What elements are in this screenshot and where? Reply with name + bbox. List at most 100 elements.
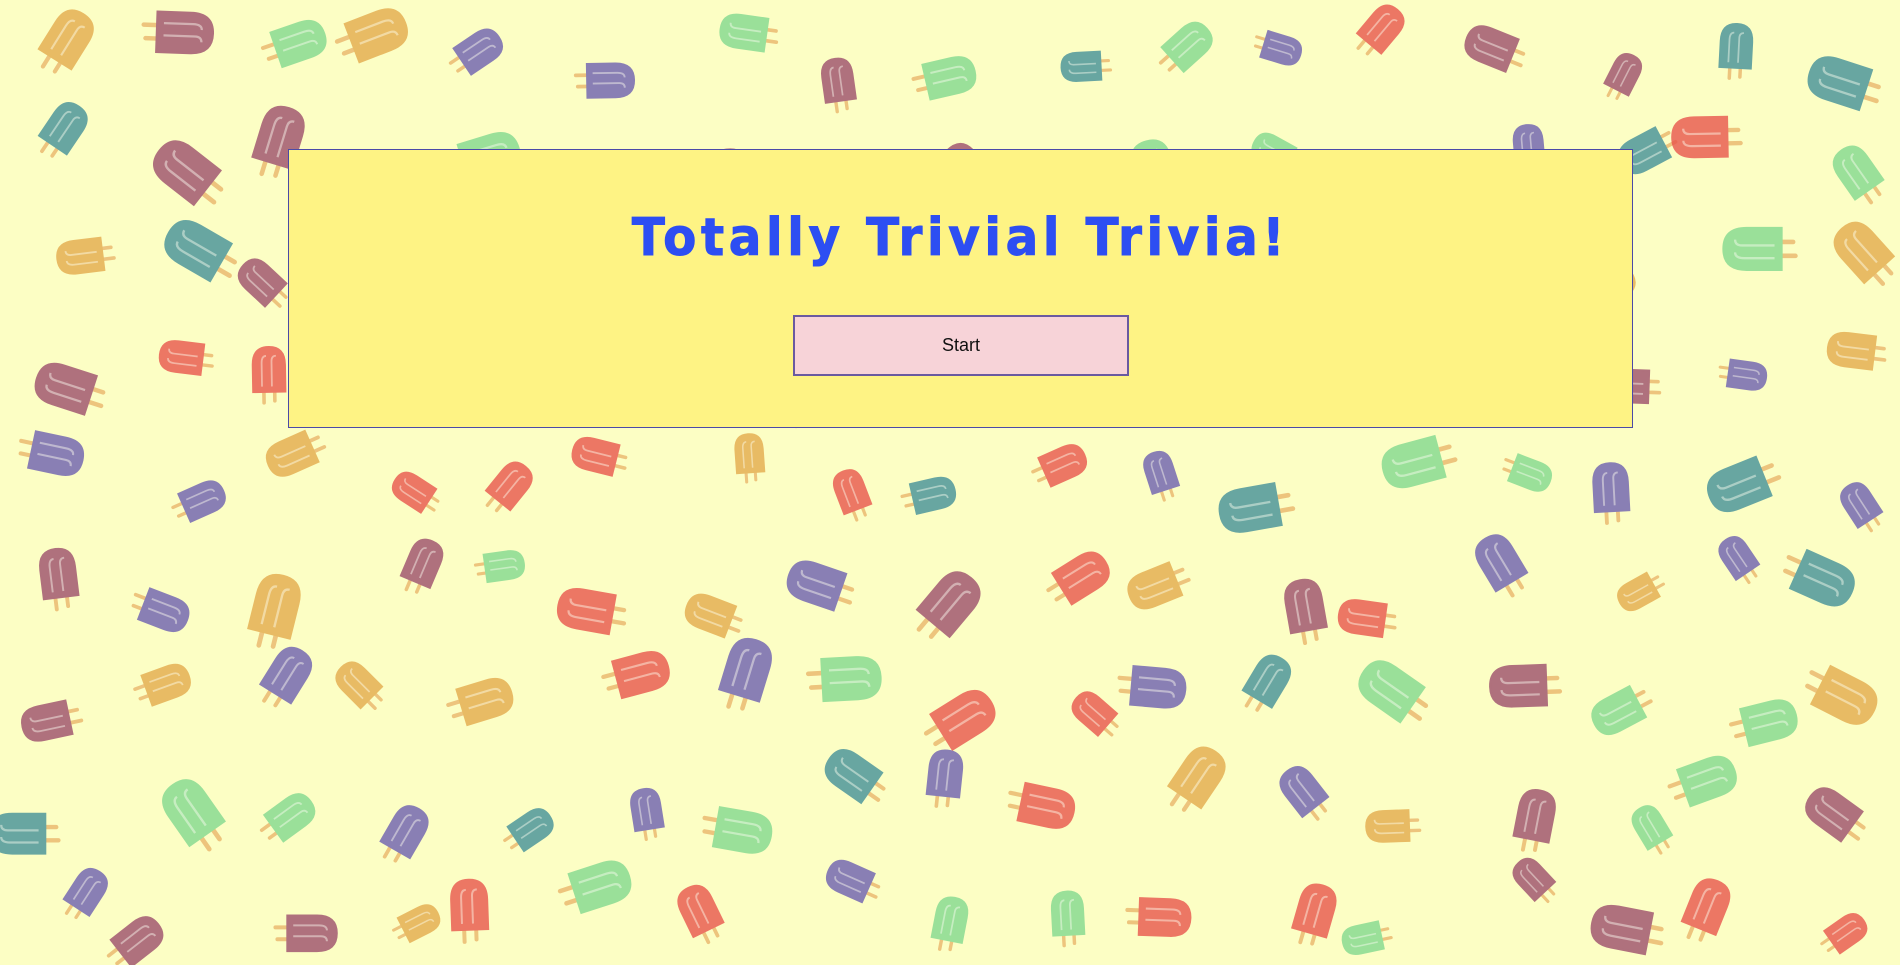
popsicle-icon — [39, 547, 80, 612]
popsicle-icon — [1840, 482, 1884, 533]
popsicle-icon — [1007, 781, 1076, 829]
popsicle-icon — [237, 258, 288, 308]
popsicle-icon — [131, 587, 190, 632]
popsicle-icon — [1365, 809, 1422, 843]
popsicle-icon — [1489, 663, 1563, 708]
popsicle-icon — [1590, 904, 1664, 956]
popsicle-icon — [1680, 878, 1731, 942]
popsicle-icon — [1060, 50, 1113, 82]
popsicle-icon — [900, 476, 957, 515]
popsicle-icon — [1502, 453, 1553, 492]
popsicle-icon — [786, 560, 855, 612]
popsicle-icon — [1381, 434, 1458, 489]
popsicle-icon — [260, 19, 327, 69]
popsicle-icon — [18, 430, 85, 476]
popsicle-icon — [832, 469, 873, 522]
popsicle-background-pattern — [0, 4, 1896, 965]
popsicle-icon — [1253, 29, 1303, 66]
popsicle-icon — [925, 749, 964, 808]
popsicle-icon — [1718, 536, 1761, 585]
popsicle-icon — [1143, 450, 1181, 502]
popsicle-icon — [930, 896, 969, 952]
popsicle-icon — [399, 538, 444, 594]
popsicle-icon — [1707, 455, 1782, 513]
popsicle-icon — [1284, 578, 1328, 646]
popsicle-icon — [1279, 766, 1330, 821]
popsicle-icon — [251, 346, 287, 405]
popsicle-icon — [825, 859, 881, 904]
popsicle-icon — [1832, 145, 1885, 205]
popsicle-icon — [379, 805, 429, 863]
popsicle-icon — [37, 9, 94, 74]
popsicle-icon — [1031, 444, 1088, 488]
popsicle-icon — [503, 808, 554, 853]
popsicle-icon — [258, 646, 313, 708]
popsicle-icon — [1591, 684, 1653, 736]
popsicle-icon — [1783, 548, 1855, 607]
popsicle-icon — [1337, 599, 1397, 639]
popsicle-icon — [1805, 664, 1878, 725]
popsicle-icon — [1718, 358, 1768, 391]
popsicle-icon — [153, 140, 224, 207]
popsicle-icon — [265, 429, 327, 477]
popsicle-icon — [335, 661, 384, 710]
popsicle-icon — [34, 362, 106, 416]
popsicle-icon — [164, 220, 237, 283]
popsicle-icon — [717, 637, 772, 711]
popsicle-icon — [1158, 21, 1213, 74]
popsicle-icon — [446, 677, 514, 727]
popsicle-icon — [247, 574, 301, 649]
popsicle-icon — [1728, 699, 1798, 748]
popsicle-icon — [734, 433, 766, 484]
popsicle-icon — [1820, 913, 1868, 955]
popsicle-icon — [21, 699, 84, 742]
popsicle-icon — [1718, 23, 1754, 80]
popsicle-icon — [1117, 664, 1187, 709]
game-title: Totally Trivial Trivia! — [631, 208, 1290, 269]
start-button[interactable]: Start — [793, 315, 1129, 376]
popsicle-icon — [1512, 857, 1557, 904]
popsicle-icon — [0, 812, 61, 855]
popsicle-icon — [1046, 551, 1110, 606]
popsicle-icon — [677, 884, 725, 945]
popsicle-icon — [62, 867, 108, 920]
popsicle-icon — [1603, 53, 1643, 100]
popsicle-icon — [133, 663, 191, 707]
popsicle-icon — [1631, 805, 1674, 855]
popsicle-icon — [106, 916, 164, 965]
popsicle-icon — [391, 471, 440, 514]
popsicle-icon — [556, 588, 627, 636]
popsicle-icon — [1592, 462, 1631, 525]
popsicle-icon — [484, 461, 533, 513]
popsicle-icon — [334, 8, 408, 64]
popsicle-icon — [1671, 115, 1743, 159]
popsicle-icon — [702, 806, 773, 854]
popsicle-icon — [601, 651, 670, 700]
popsicle-icon — [1358, 660, 1429, 724]
popsicle-icon — [1071, 691, 1119, 737]
title-panel: Totally Trivial Trivia! Start — [288, 149, 1633, 428]
popsicle-icon — [1475, 534, 1529, 598]
popsicle-icon — [805, 656, 882, 703]
popsicle-icon — [56, 236, 116, 275]
popsicle-icon — [392, 904, 441, 944]
popsicle-icon — [824, 749, 886, 805]
popsicle-icon — [1617, 571, 1666, 612]
popsicle-icon — [162, 779, 226, 852]
popsicle-icon — [719, 13, 779, 53]
popsicle-icon — [473, 550, 525, 584]
popsicle-icon — [1125, 897, 1192, 937]
popsicle-icon — [141, 10, 215, 55]
popsicle-icon — [1355, 4, 1405, 56]
popsicle-icon — [273, 914, 338, 953]
popsicle-icon — [450, 878, 490, 944]
popsicle-icon — [448, 28, 504, 76]
popsicle-icon — [37, 102, 88, 158]
popsicle-icon — [684, 593, 743, 639]
popsicle-icon — [557, 860, 632, 915]
popsicle-icon — [911, 56, 977, 101]
popsicle-icon — [1464, 25, 1526, 74]
popsicle-icon — [1218, 482, 1296, 533]
popsicle-icon — [259, 793, 316, 843]
popsicle-icon — [1291, 883, 1337, 946]
